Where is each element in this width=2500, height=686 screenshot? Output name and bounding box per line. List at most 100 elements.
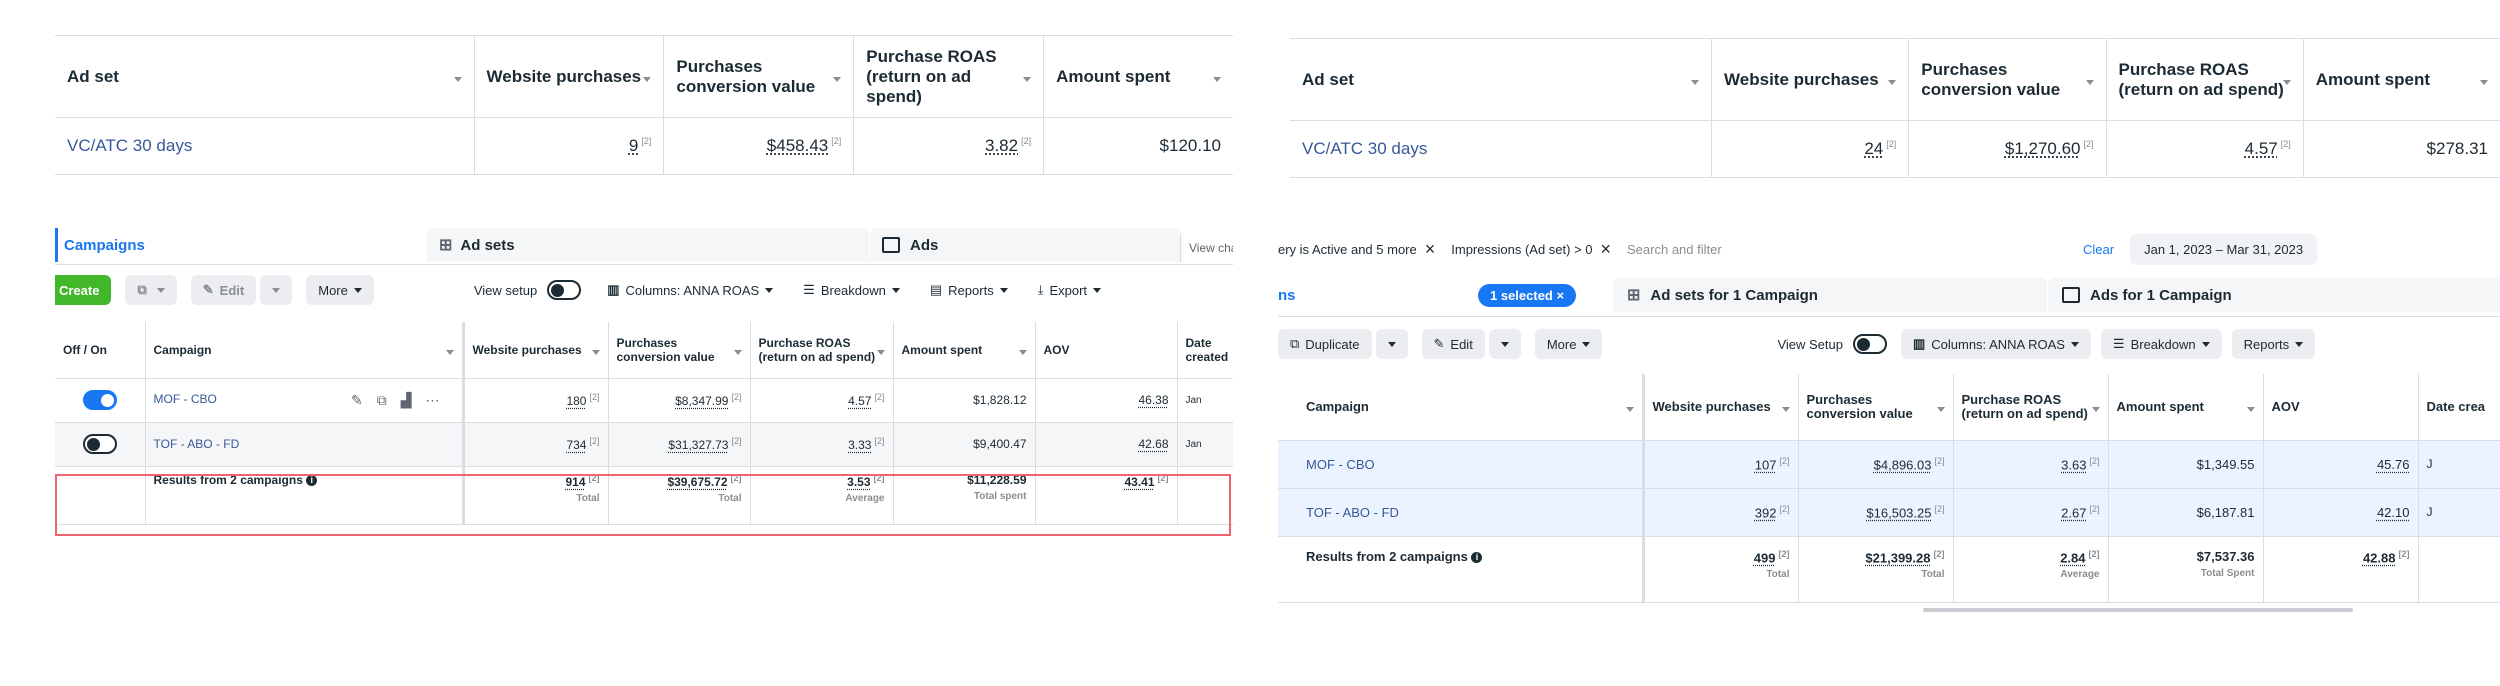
purchases-cell[interactable]: 107 [2] (1643, 440, 1799, 489)
chevron-down-icon[interactable] (1023, 76, 1032, 82)
duplicate-dropdown[interactable] (1375, 329, 1408, 359)
aov-cell[interactable]: 42.68 (1035, 422, 1178, 467)
purchases-cell[interactable]: 180 [2] (463, 378, 609, 423)
chevron-down-icon[interactable] (2480, 79, 2488, 85)
table-row[interactable]: TOF - ABO - FD 734 [2] $31,327.73 [2] 3.33… (55, 422, 1233, 467)
more-button[interactable]: More (306, 275, 374, 305)
chevron-down-icon[interactable] (833, 76, 842, 82)
chevron-down-icon[interactable] (1888, 79, 1897, 85)
tab-campaigns[interactable]: ns 1 selected × (1278, 278, 1638, 312)
edit-dropdown[interactable] (1488, 329, 1521, 359)
chevron-down-icon[interactable] (2091, 406, 2100, 412)
chevron-down-icon[interactable] (1781, 406, 1790, 412)
chevron-down-icon[interactable] (733, 349, 742, 355)
table-row[interactable]: MOF - CBO 107 [2] $4,896.03 [2] 3.63 [2] $1… (1278, 440, 2500, 489)
col-purchases-value[interactable]: Purchases conversion value (1908, 38, 2107, 121)
col-amount-spent[interactable]: Amount spent (2108, 374, 2264, 441)
tab-adsets[interactable]: ⊞ Ad sets (427, 228, 869, 262)
chevron-down-icon[interactable] (1625, 406, 1634, 412)
col-website-purchases[interactable]: Website purchases (1711, 38, 1910, 121)
clear-button[interactable]: Clear (2083, 242, 2114, 257)
close-icon[interactable]: × (1601, 239, 1612, 260)
breakdown-button[interactable]: ☰ Breakdown (2100, 329, 2222, 359)
columns-button[interactable]: ▥ Columns: ANNA ROAS (595, 275, 785, 305)
col-date-created[interactable]: Date created (1177, 322, 1233, 379)
selected-badge[interactable]: 1 selected × (1478, 283, 1577, 307)
campaign-toggle[interactable] (82, 434, 117, 454)
chevron-down-icon[interactable] (2246, 406, 2255, 412)
campaign-cell[interactable]: MOF - CBO ✎⧉▟⋯ (145, 378, 465, 423)
chevron-down-icon[interactable] (643, 76, 652, 82)
col-adset[interactable]: Ad set (1290, 38, 1713, 121)
campaign-cell[interactable]: TOF - ABO - FD (145, 422, 465, 467)
chevron-down-icon[interactable] (876, 349, 885, 355)
tab-campaigns[interactable]: Campaigns (55, 228, 424, 262)
value-cell[interactable]: $8,347.99 [2] (608, 378, 751, 423)
view-charts-link[interactable]: View charts (C (1180, 234, 1233, 262)
col-roas[interactable]: Purchase ROAS (return on ad spend) (750, 322, 894, 379)
conversion-value[interactable]: $458.43 [2] (663, 117, 855, 175)
roas-cell[interactable]: 2.67 [2] (1953, 488, 2109, 537)
col-roas[interactable]: Purchase ROAS (return on ad spend) (2105, 38, 2304, 121)
col-aov[interactable]: AOV (2263, 374, 2419, 441)
col-amount-spent[interactable]: Amount spent (893, 322, 1036, 379)
roas-cell[interactable]: 3.33 [2] (750, 422, 894, 467)
tab-ads[interactable]: Ads (870, 228, 1182, 262)
purchases-cell[interactable]: 734 [2] (463, 422, 609, 467)
value-cell[interactable]: $16,503.25 [2] (1798, 488, 1954, 537)
col-website-purchases[interactable]: Website purchases (1643, 374, 1799, 441)
col-website-purchases[interactable]: Website purchases (473, 35, 665, 118)
value-cell[interactable]: $31,327.73 [2] (608, 422, 751, 467)
breakdown-button[interactable]: ☰ Breakdown (791, 275, 912, 305)
website-purchases-value[interactable]: 9 [2] (473, 117, 665, 175)
reports-button[interactable]: Reports (2231, 329, 2316, 359)
roas-value[interactable]: 3.82 [2] (853, 117, 1045, 175)
chevron-down-icon[interactable] (2085, 79, 2094, 85)
filter-chip-impressions[interactable]: Impressions (Ad set) > 0 × (1451, 239, 1611, 260)
tab-adsets[interactable]: ⊞ Ad sets for 1 Campaign (1613, 278, 2047, 312)
col-date-created[interactable]: Date crea (2418, 374, 2500, 441)
aov-cell[interactable]: 42.10 (2263, 488, 2419, 537)
edit-button[interactable]: ✎ Edit (1421, 329, 1485, 359)
col-aov[interactable]: AOV (1035, 322, 1178, 379)
aov-cell[interactable]: 46.38 (1035, 378, 1178, 423)
col-amount-spent[interactable]: Amount spent (2302, 38, 2500, 121)
duplicate-button[interactable]: ⧉ (125, 275, 177, 305)
columns-button[interactable]: ▥ Columns: ANNA ROAS (1900, 329, 2091, 359)
duplicate-button[interactable]: ⧉ Duplicate (1278, 329, 1372, 359)
table-row[interactable]: TOF - ABO - FD 392 [2] $16,503.25 [2] 2.67… (1278, 488, 2500, 537)
col-purchases-value[interactable]: Purchases conversion value (1798, 374, 1954, 441)
filter-chip-status[interactable]: ery is Active and 5 more × (1278, 239, 1435, 260)
pencil-icon[interactable]: ✎ (351, 392, 377, 408)
chevron-down-icon[interactable] (591, 349, 600, 355)
col-purchases-value[interactable]: Purchases conversion value (608, 322, 751, 379)
close-icon[interactable]: × (1425, 239, 1436, 260)
more-button[interactable]: More (1534, 329, 1603, 359)
col-roas[interactable]: Purchase ROAS (return on ad spend) (853, 35, 1045, 118)
date-range-picker[interactable]: Jan 1, 2023 – Mar 31, 2023 (2130, 233, 2318, 265)
purchases-cell[interactable]: 392 [2] (1643, 488, 1799, 537)
roas-cell[interactable]: 4.57 [2] (750, 378, 894, 423)
edit-button[interactable]: ✎ Edit (190, 275, 257, 305)
table-row[interactable]: MOF - CBO ✎⧉▟⋯ 180 [2] $8,347.99 [2] 4.57[… (55, 378, 1233, 423)
col-adset[interactable]: Ad set (55, 35, 475, 118)
close-icon[interactable]: × (1557, 288, 1565, 303)
results-purchases[interactable]: 499 [2] Total (1643, 536, 1799, 603)
chevron-down-icon[interactable] (1691, 79, 1700, 85)
campaign-cell[interactable]: MOF - CBO (1298, 440, 1645, 489)
roas-value[interactable]: 4.57 [2] (2105, 120, 2304, 178)
reports-button[interactable]: ▤ Reports (918, 275, 1020, 305)
chevron-down-icon[interactable] (1213, 76, 1221, 82)
col-website-purchases[interactable]: Website purchases (463, 322, 609, 379)
results-roas[interactable]: 2.84 [2] Average (1953, 536, 2109, 603)
col-roas[interactable]: Purchase ROAS (return on ad spend) (1953, 374, 2109, 441)
chevron-down-icon[interactable] (445, 349, 454, 355)
export-button[interactable]: ⤓ Export (1026, 275, 1113, 305)
chevron-down-icon[interactable] (2282, 79, 2291, 85)
create-button[interactable]: Create (55, 275, 112, 305)
edit-dropdown[interactable] (260, 275, 293, 305)
results-value[interactable]: $21,399.28 [2] Total (1798, 536, 1954, 603)
tab-ads[interactable]: Ads for 1 Campaign (2048, 278, 2500, 312)
adset-name[interactable]: VC/ATC 30 days (1290, 120, 1713, 178)
conversion-value[interactable]: $1,270.60 [2] (1908, 120, 2107, 178)
